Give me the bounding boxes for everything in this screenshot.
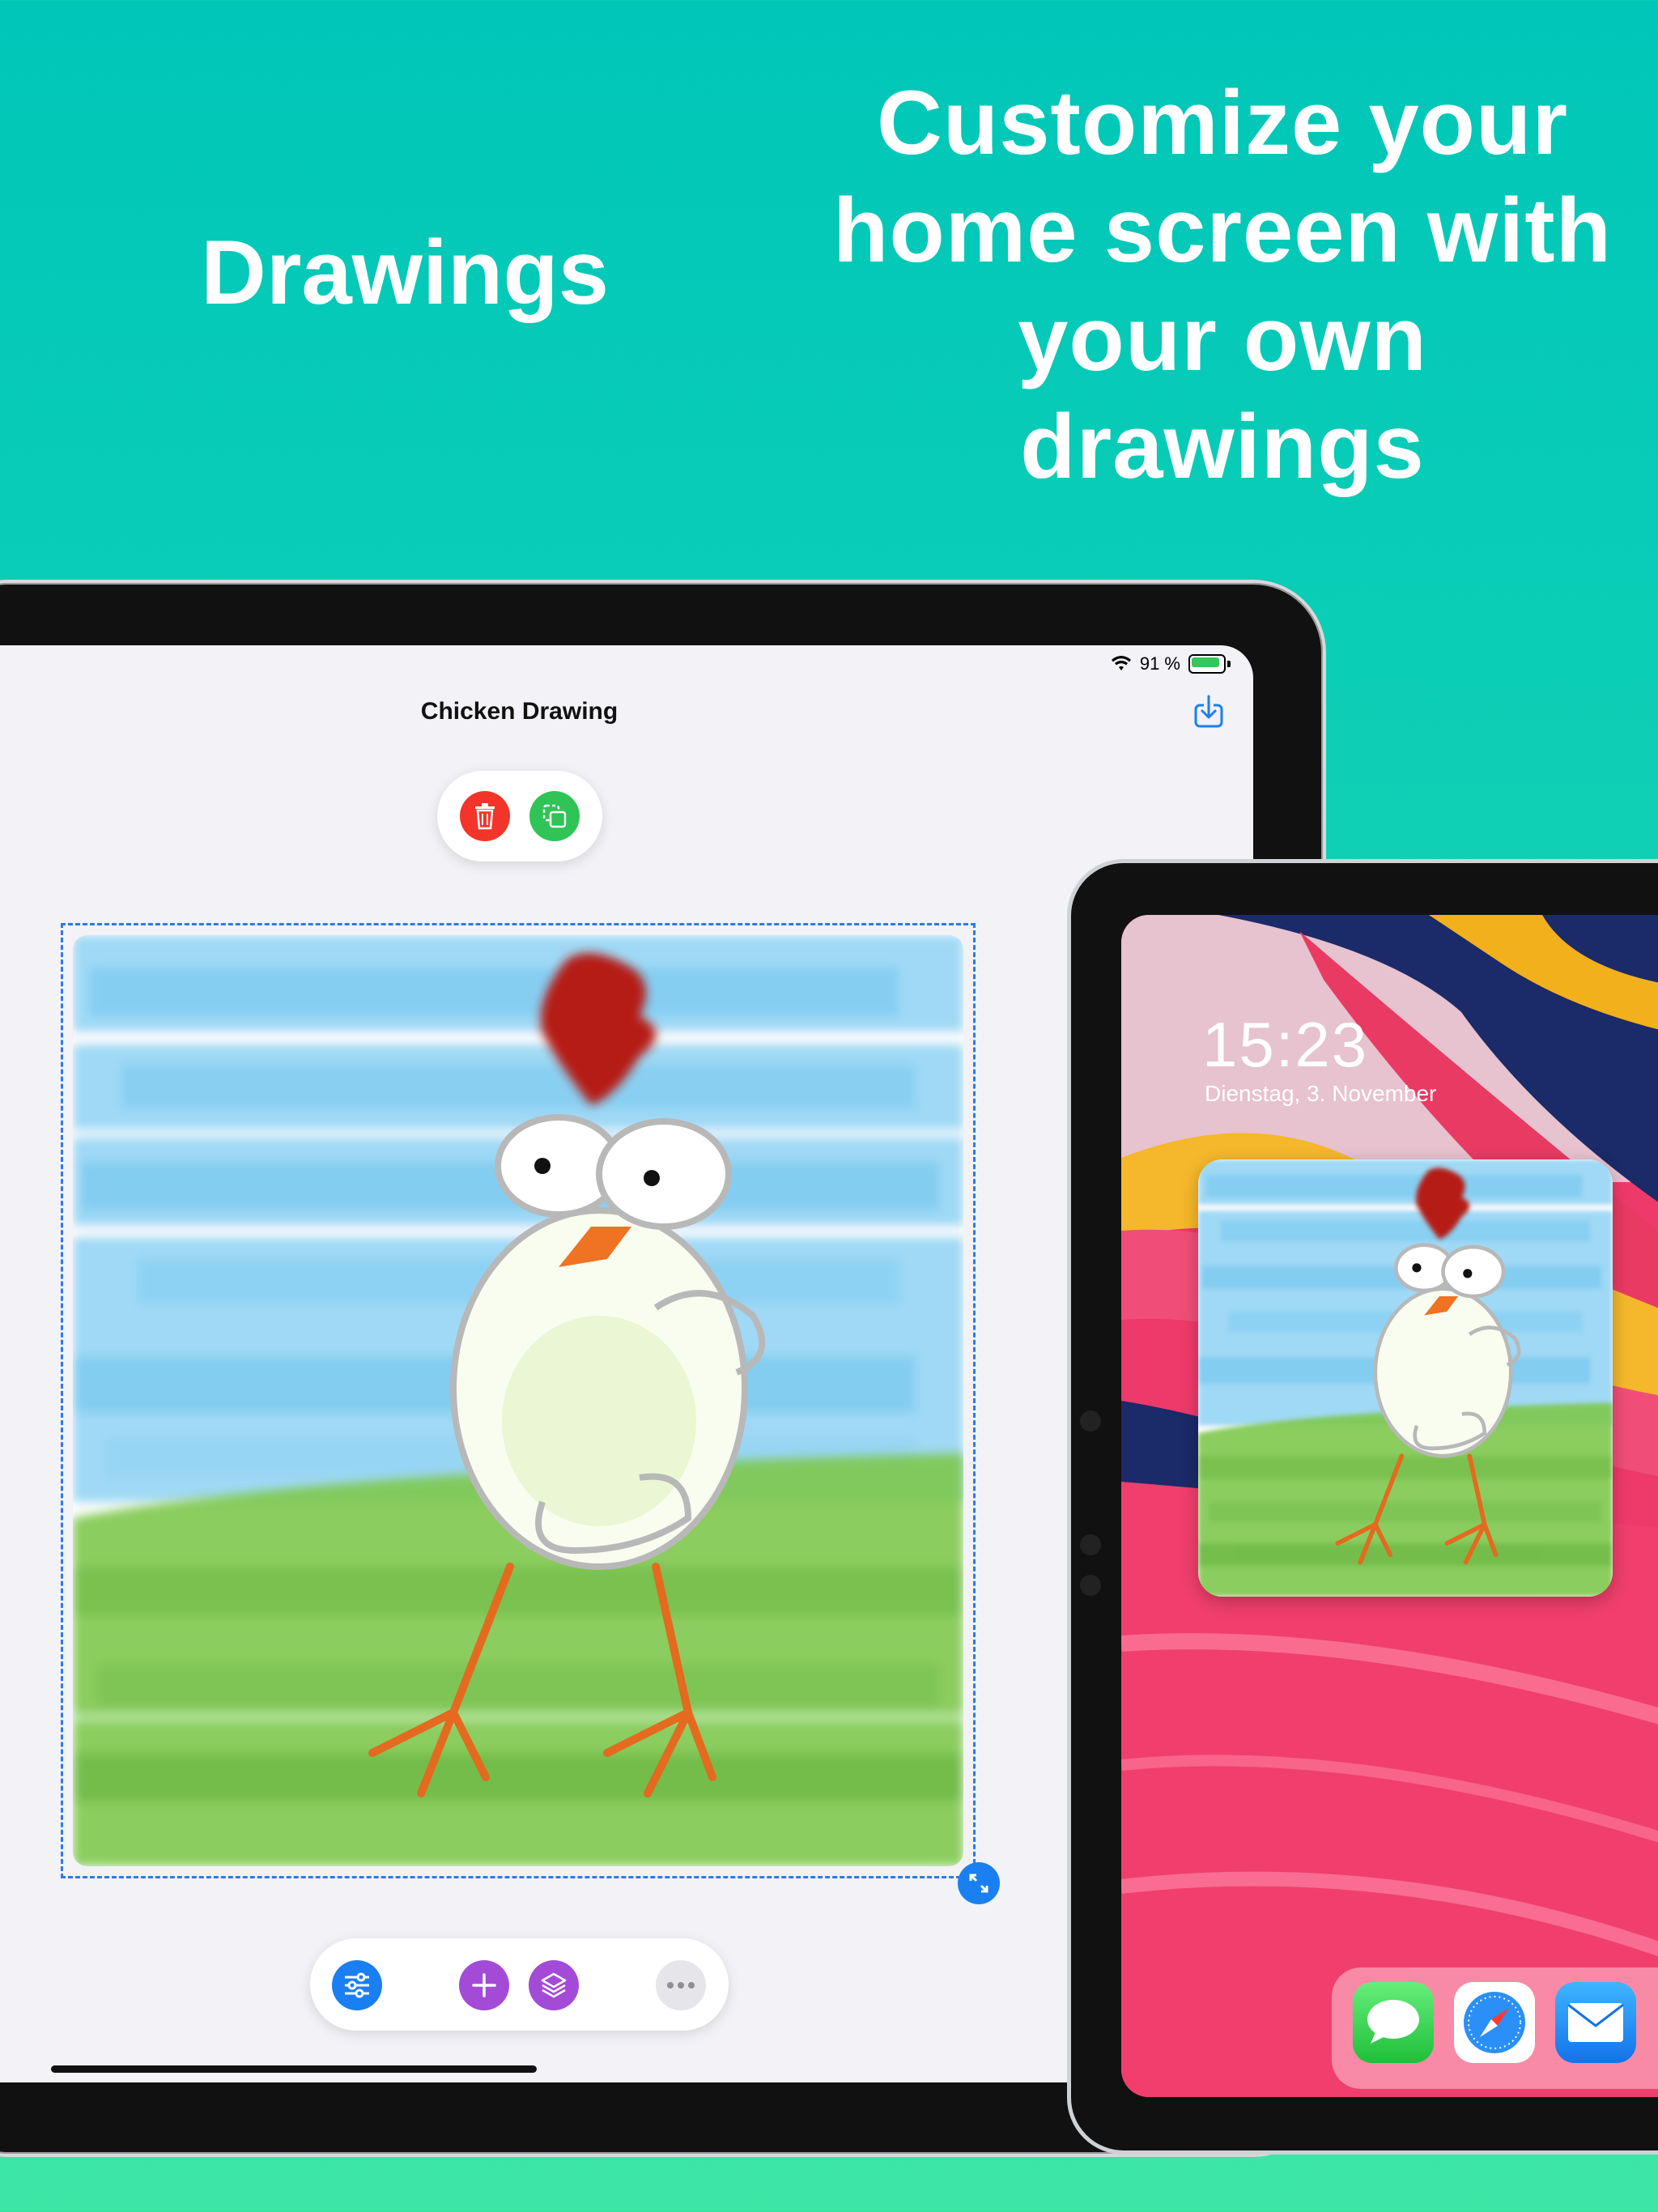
lock-screen: 15:23 Dienstag, 3. November [1121,915,1658,2097]
safari-icon [1464,1992,1525,2053]
settings-button[interactable] [332,1960,382,2010]
layers-icon [541,1972,567,1998]
widget-chicken-drawing [1198,1159,1613,1597]
resize-handle[interactable] [958,1862,1000,1904]
headline-line: home screen with [832,180,1613,282]
export-icon[interactable] [1192,694,1225,730]
safari-app[interactable] [1454,1982,1535,2063]
lock-date: Dienstag, 3. November [1205,1081,1437,1106]
camera-dot [1080,1410,1101,1431]
trash-icon [475,803,495,830]
ellipsis-icon [667,1982,695,1989]
battery-nub [1227,661,1231,667]
bottom-toolbar [310,1938,729,2031]
messages-icon [1367,2000,1419,2044]
sensor-dot [1080,1534,1101,1555]
plus-icon [472,1973,496,1997]
delete-button[interactable] [460,791,510,841]
headline-customize: Customize your home screen with your own… [810,69,1635,500]
status-bar: 91 % [1111,650,1231,678]
drawing-widget[interactable] [1198,1159,1613,1597]
lock-clock: 15:23 [1202,1009,1369,1080]
resize-icon [969,1874,988,1893]
dock [1332,1967,1658,2089]
messages-app[interactable] [1353,1982,1434,2063]
headline-drawings: Drawings [200,222,610,323]
editor-screen: 91 % Chicken Drawing [0,645,1253,2082]
mail-app[interactable] [1555,1982,1636,2063]
add-button[interactable] [459,1960,509,2010]
duplicate-icon [542,804,567,828]
battery-icon [1188,654,1226,674]
layers-button[interactable] [529,1960,579,2010]
battery-percent: 91 % [1139,653,1180,674]
drawing-title: Chicken Drawing [420,698,619,725]
sensor-dot [1080,1575,1101,1596]
home-indicator [51,2065,537,2073]
canvas-actions-pill [437,771,602,861]
headline-line: your own [1018,287,1427,389]
sliders-icon [345,1972,369,1998]
duplicate-button[interactable] [529,791,580,841]
headline-line: Customize your [876,72,1569,173]
wifi-icon [1111,656,1131,670]
mail-icon [1567,2003,1624,2042]
drawing-canvas[interactable] [61,923,976,1878]
more-button[interactable] [656,1960,706,2010]
headline-line: drawings [1020,395,1425,497]
chicken-drawing [73,935,963,1866]
